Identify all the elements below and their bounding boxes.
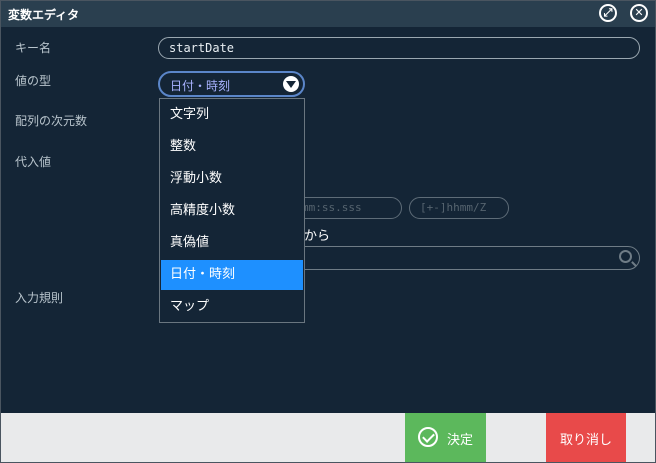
dialog-footer: 決定 取り消し <box>1 413 655 462</box>
timezone-format-field[interactable]: [+-]hhmm/Z <box>409 197 509 219</box>
cancel-button-label: 取り消し <box>559 433 612 448</box>
type-option[interactable]: 整数 <box>161 132 303 162</box>
dialog-title: 変数エディタ <box>8 8 80 22</box>
key-name-input[interactable] <box>158 37 640 59</box>
ok-button[interactable]: 決定 <box>405 413 486 462</box>
value-type-selected: 日付・時刻 <box>170 79 231 93</box>
key-name-label: キー名 <box>15 41 52 55</box>
close-icon[interactable]: ✕ <box>630 4 648 22</box>
type-option[interactable]: 真偽値 <box>161 228 303 258</box>
search-icon[interactable] <box>619 250 632 263</box>
range-from-text: から <box>304 229 331 244</box>
chevron-down-icon <box>283 76 299 92</box>
ok-button-label: 決定 <box>447 433 474 448</box>
type-dropdown-menu: 文字列 整数 浮動小数 高精度小数 真偽値 日付・時刻 マップ <box>159 98 305 323</box>
cancel-button[interactable]: 取り消し <box>546 413 626 462</box>
check-circle-icon <box>418 427 438 447</box>
type-option[interactable]: 高精度小数 <box>161 196 303 226</box>
titlebar: 変数エディタ ⤢ ✕ <box>1 1 655 27</box>
input-rule-label: 入力規則 <box>15 291 64 305</box>
type-option-selected[interactable]: 日付・時刻 <box>161 260 303 290</box>
type-option[interactable]: 浮動小数 <box>161 164 303 194</box>
default-value-label: 代入値 <box>15 155 52 169</box>
popout-icon[interactable]: ⤢ <box>599 4 617 22</box>
value-type-select[interactable]: 日付・時刻 <box>158 71 305 97</box>
variable-editor-dialog: 変数エディタ ⤢ ✕ キー名 値の型 日付・時刻 配列の次元数 代入値 mm:s… <box>0 0 656 463</box>
type-option[interactable]: 文字列 <box>161 100 303 130</box>
value-type-label: 値の型 <box>15 74 52 88</box>
array-dimension-label: 配列の次元数 <box>15 114 88 128</box>
type-option[interactable]: マップ <box>161 292 303 322</box>
